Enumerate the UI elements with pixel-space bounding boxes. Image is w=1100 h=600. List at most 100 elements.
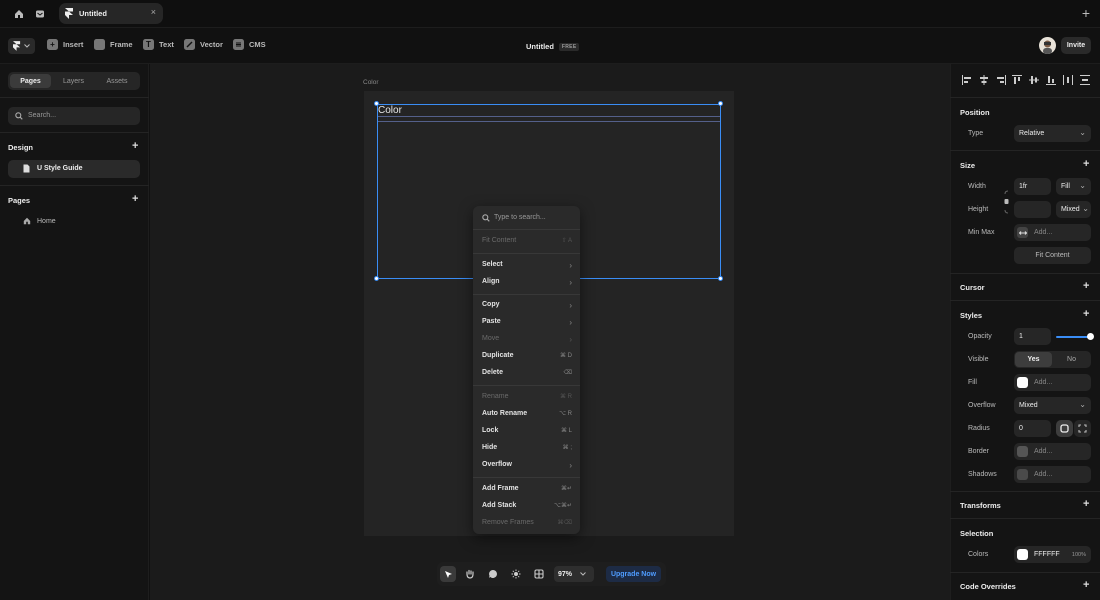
visible-yes-option[interactable]: Yes [1015, 352, 1052, 367]
selection-color-row[interactable]: FFFFFF 100% [1014, 546, 1091, 563]
menu-item-remove-frames[interactable]: Remove Frames ⌘⌫ [482, 519, 572, 526]
shadows-input[interactable]: Add... [1014, 466, 1091, 483]
border-label: Border [968, 448, 990, 455]
align-right-icon[interactable] [995, 74, 1007, 86]
home-icon[interactable] [12, 7, 26, 21]
add-size-button[interactable]: + [1083, 158, 1089, 170]
menu-item-lock[interactable]: Lock ⌘ L [482, 427, 572, 434]
menu-item-rename[interactable]: Rename ⌘ R [482, 393, 572, 400]
menu-item-hide[interactable]: Hide ⌘ ; [482, 444, 572, 451]
pen-icon [184, 39, 195, 50]
opacity-slider-track[interactable] [1056, 336, 1090, 338]
border-input[interactable]: Add... [1014, 443, 1091, 460]
grid-tool-button[interactable] [531, 566, 547, 582]
resize-handle[interactable] [374, 101, 379, 106]
fill-swatch [1017, 377, 1028, 388]
add-style-button[interactable]: + [1083, 308, 1089, 320]
tab-untitled[interactable]: Untitled × [59, 3, 163, 24]
align-center-v-icon[interactable] [1028, 74, 1040, 86]
vector-button[interactable]: Vector [184, 39, 223, 50]
document-title[interactable]: Untitled FREE [526, 42, 580, 51]
position-type-select[interactable]: Relative ⌄ [1014, 125, 1091, 142]
add-transform-button[interactable]: + [1083, 498, 1089, 510]
menu-item-overflow[interactable]: Overflow › [482, 461, 572, 470]
frame-button[interactable]: Frame [94, 39, 133, 50]
cms-button[interactable]: CMS [233, 39, 266, 50]
comment-tool-button[interactable] [485, 566, 501, 582]
menu-item-select[interactable]: Select › [482, 261, 572, 270]
invite-button[interactable]: Invite [1061, 37, 1091, 54]
align-center-h-icon[interactable] [978, 74, 990, 86]
new-tab-button[interactable]: + [1082, 5, 1090, 21]
add-code-override-button[interactable]: + [1083, 579, 1089, 591]
avatar[interactable] [1039, 37, 1056, 54]
opacity-slider-thumb[interactable] [1087, 333, 1094, 340]
upgrade-button[interactable]: Upgrade Now [606, 566, 661, 582]
resize-handle[interactable] [374, 276, 379, 281]
tab-pages[interactable]: Pages [10, 74, 51, 88]
opacity-input[interactable]: 1 [1014, 328, 1051, 345]
visible-no-option[interactable]: No [1053, 352, 1090, 367]
zoom-select[interactable]: 97% [554, 566, 594, 582]
plan-badge: FREE [558, 42, 580, 51]
height-input[interactable] [1014, 201, 1051, 218]
menu-item-move[interactable]: Move › [482, 335, 572, 344]
close-icon[interactable]: × [151, 7, 156, 17]
add-cursor-button[interactable]: + [1083, 280, 1089, 292]
framer-menu-button[interactable] [8, 38, 35, 54]
insert-button[interactable]: + Insert [47, 39, 83, 50]
align-bottom-icon[interactable] [1045, 74, 1057, 86]
add-design-page-button[interactable]: + [132, 140, 138, 152]
chevron-down-icon: ⌄ [1079, 128, 1086, 137]
fit-content-button[interactable]: Fit Content [1014, 247, 1091, 264]
menu-item-auto-rename[interactable]: Auto Rename ⌥ R [482, 410, 572, 417]
chevron-down-icon: ⌄ [1079, 181, 1086, 190]
fill-input[interactable]: Add... [1014, 374, 1091, 391]
sidebar-item-home[interactable]: Home [23, 217, 56, 225]
height-mode-select[interactable]: Mixed ⌄ [1056, 201, 1091, 218]
menu-item-paste[interactable]: Paste › [482, 318, 572, 327]
width-mode-select[interactable]: Fill ⌄ [1056, 178, 1091, 195]
cursor-heading: Cursor [960, 283, 985, 292]
radius-individual-button[interactable] [1074, 420, 1091, 437]
visible-label: Visible [968, 356, 989, 363]
theme-toggle-button[interactable] [508, 566, 524, 582]
menu-item-add-frame[interactable]: Add Frame ⌘↵ [482, 485, 572, 492]
link-dimensions-icon[interactable] [1003, 190, 1010, 214]
radius-input[interactable]: 0 [1014, 420, 1051, 437]
distribute-horizontal-icon[interactable] [1062, 74, 1074, 86]
menu-search-input[interactable]: Type to search... [494, 214, 546, 221]
text-button[interactable]: T Text [143, 39, 174, 50]
inbox-icon[interactable] [33, 7, 47, 21]
menu-item-align[interactable]: Align › [482, 278, 572, 287]
opacity-label: Opacity [968, 333, 992, 340]
distribute-vertical-icon[interactable] [1079, 74, 1091, 86]
framer-logo-icon [65, 8, 74, 19]
overflow-select[interactable]: Mixed ⌄ [1014, 397, 1091, 414]
align-top-icon[interactable] [1011, 74, 1023, 86]
align-left-icon[interactable] [961, 74, 973, 86]
width-input[interactable]: 1fr [1014, 178, 1051, 195]
tab-assets[interactable]: Assets [96, 74, 138, 88]
tab-bar: Untitled × + [0, 0, 1100, 28]
hand-icon [466, 569, 474, 579]
resize-handle[interactable] [718, 276, 723, 281]
hand-tool-button[interactable] [462, 566, 478, 582]
add-page-button[interactable]: + [132, 193, 138, 205]
resize-handle[interactable] [718, 101, 723, 106]
menu-item-duplicate[interactable]: Duplicate ⌘ D [482, 352, 572, 359]
radius-uniform-button[interactable] [1056, 420, 1073, 437]
menu-item-copy[interactable]: Copy › [482, 301, 572, 310]
minmax-input[interactable]: Add... [1014, 224, 1091, 241]
layer-search-input[interactable]: Search... [8, 107, 140, 125]
design-heading: Design [8, 143, 34, 152]
menu-item-add-stack[interactable]: Add Stack ⌥⌘↵ [482, 502, 572, 509]
menu-item-delete[interactable]: Delete ⌫ [482, 369, 572, 376]
pointer-tool-button[interactable] [440, 566, 456, 582]
chevron-down-icon: ⌄ [1079, 400, 1086, 409]
menu-item-fit-content[interactable]: Fit Content ⇧ A [482, 237, 572, 244]
frame-label[interactable]: Color [363, 79, 379, 86]
tab-layers[interactable]: Layers [53, 74, 94, 88]
chevron-down-icon: ⌄ [1082, 204, 1089, 213]
sidebar-item-style-guide[interactable]: U Style Guide [8, 160, 140, 178]
